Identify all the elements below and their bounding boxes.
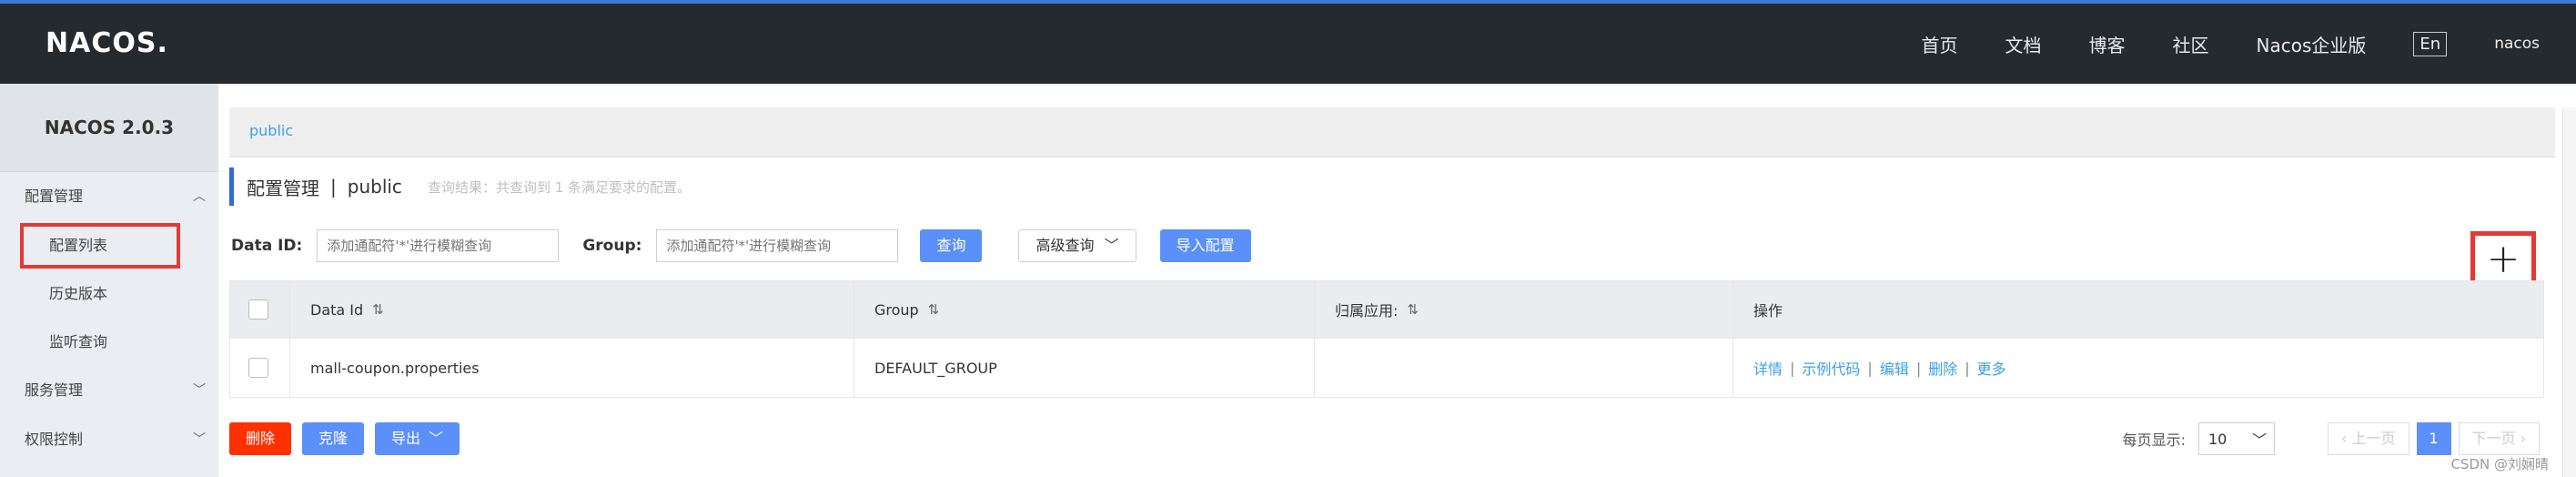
header-label: 归属应用: [1335,302,1399,320]
prev-page-button[interactable]: ‹ 上一页 [2328,422,2409,455]
nav-docs[interactable]: 文档 [2005,31,2042,57]
filter-bar: Data ID: Group: 查询 高级查询 ﹀ 导入配置 [231,228,1251,264]
op-delete-link[interactable]: 删除 [1928,357,1957,379]
advanced-query-button[interactable]: 高级查询 ﹀ [1018,229,1136,262]
sort-icon[interactable]: ⇅ [928,301,940,318]
nav-community[interactable]: 社区 [2173,31,2209,57]
sidebar-item-label: 监听查询 [49,333,108,350]
cell-data-id: mall-coupon.properties [290,339,854,397]
scrollbar[interactable] [2562,107,2576,477]
nacos-logo[interactable]: NACOS. [45,27,168,59]
delete-button[interactable]: 删除 [229,422,292,455]
nav-home[interactable]: 首页 [1922,31,1958,57]
op-divider: | [1867,359,1873,377]
next-page-button[interactable]: 下一页 › [2458,422,2540,455]
header-label: 操作 [1753,302,1783,320]
clone-button[interactable]: 克隆 [302,422,365,455]
sidebar-group-auth[interactable]: 权限控制 ﹀ [0,415,218,464]
sidebar-item-config-list[interactable]: 配置列表 [0,221,218,269]
op-more-link[interactable]: 更多 [1977,357,2006,379]
plus-icon: + [2486,236,2520,282]
top-navbar: NACOS. 首页 文档 博客 社区 Nacos企业版 En nacos [0,0,2576,84]
chevron-down-icon: ﹀ [1104,237,1119,254]
watermark: CSDN @刘娴晴 [2450,456,2549,472]
next-page-label: 下一页 [2471,430,2516,447]
export-label: 导出 [391,430,421,447]
data-id-label: Data ID: [231,237,303,255]
prev-page-label: 上一页 [2351,430,2396,447]
chevron-right-icon: › [2515,430,2526,447]
sidebar-group-label: 配置管理 [25,188,84,205]
header-label: Data Id [310,300,364,319]
group-input[interactable] [656,229,899,262]
chevron-left-icon: ‹ [2341,430,2352,447]
header-operations: 操作 [1733,281,2543,338]
sidebar-group-service[interactable]: 服务管理 ﹀ [0,366,218,415]
chevron-down-icon: ﹀ [429,430,444,447]
sort-icon[interactable]: ⇅ [1407,301,1419,318]
page-title-text: 配置管理 [247,177,319,199]
sort-icon[interactable]: ⇅ [372,301,384,318]
pagination: 每页显示: 10 ﹀ ‹ 上一页 1 下一页 › [2123,421,2540,457]
namespace-link[interactable]: public [249,122,293,139]
query-result-text: 查询结果：共查询到 1 条满足要求的配置。 [427,178,692,196]
header-data-id[interactable]: Data Id ⇅ [290,281,854,338]
group-label: Group: [582,237,642,255]
table-header: Data Id ⇅ Group ⇅ 归属应用: ⇅ 操作 [230,281,2543,338]
sidebar: NACOS 2.0.3 配置管理 ︿ 配置列表 历史版本 监听查询 服务管理 ﹀… [0,84,218,477]
op-divider: | [1790,359,1795,377]
page-namespace: public [347,176,402,198]
per-page-value: 10 [2208,430,2227,448]
sidebar-item-label: 历史版本 [49,285,108,302]
sidebar-group-label: 权限控制 [25,431,84,448]
per-page-select[interactable]: 10 ﹀ [2198,422,2275,455]
row-checkbox-cell [230,339,290,397]
row-checkbox[interactable] [248,358,268,378]
page-title: 配置管理 | public 查询结果：共查询到 1 条满足要求的配置。 [229,167,691,206]
language-toggle[interactable]: En [2413,31,2448,56]
advanced-query-label: 高级查询 [1035,237,1095,254]
op-sample-code-link[interactable]: 示例代码 [1802,357,1860,379]
op-divider: | [1965,359,1970,377]
title-separator: | [330,176,337,198]
nav-blog[interactable]: 博客 [2089,31,2126,57]
chevron-down-icon: ﹀ [2251,431,2267,449]
header-group[interactable]: Group ⇅ [854,281,1315,338]
namespace-bar: public [229,107,2555,157]
sidebar-group-label: 服务管理 [25,381,84,399]
chevron-down-icon: ﹀ [193,383,206,398]
current-page[interactable]: 1 [2416,422,2451,455]
header-label: Group [874,300,919,319]
bulk-actions: 删除 克隆 导出 ﹀ [229,421,460,457]
chevron-down-icon: ﹀ [193,432,206,447]
import-config-button[interactable]: 导入配置 [1159,229,1251,262]
sidebar-group-config[interactable]: 配置管理 ︿ [0,172,218,221]
data-id-input[interactable] [317,229,560,262]
op-detail-link[interactable]: 详情 [1753,357,1783,379]
header-app[interactable]: 归属应用: ⇅ [1315,281,1733,338]
header-checkbox-cell [230,281,290,338]
cell-app [1315,339,1733,397]
op-divider: | [1915,359,1922,377]
add-config-button[interactable]: + [2470,231,2536,288]
sidebar-item-listener[interactable]: 监听查询 [0,318,218,366]
highlight-box [20,223,180,269]
nav-enterprise[interactable]: Nacos企业版 [2257,31,2367,57]
per-page-label: 每页显示: [2122,431,2186,449]
version-label: NACOS 2.0.3 [0,84,218,172]
user-menu[interactable]: nacos [2494,35,2540,53]
sidebar-item-history[interactable]: 历史版本 [0,269,218,318]
op-edit-link[interactable]: 编辑 [1880,357,1909,379]
query-button[interactable]: 查询 [920,229,983,262]
select-all-checkbox[interactable] [248,299,268,320]
config-table: Data Id ⇅ Group ⇅ 归属应用: ⇅ 操作 mall-coupon.pr… [229,280,2544,398]
table-row: mall-coupon.properties DEFAULT_GROUP 详情 |… [230,338,2543,397]
cell-operations: 详情 | 示例代码 | 编辑 | 删除 | 更多 [1733,339,2543,397]
main-content: public 配置管理 | public 查询结果：共查询到 1 条满足要求的配… [218,84,2576,477]
export-button[interactable]: 导出 ﹀ [375,422,460,455]
top-nav: 首页 文档 博客 社区 Nacos企业版 En nacos [1874,4,2540,84]
cell-group: DEFAULT_GROUP [854,339,1315,397]
chevron-up-icon: ︿ [193,189,206,204]
